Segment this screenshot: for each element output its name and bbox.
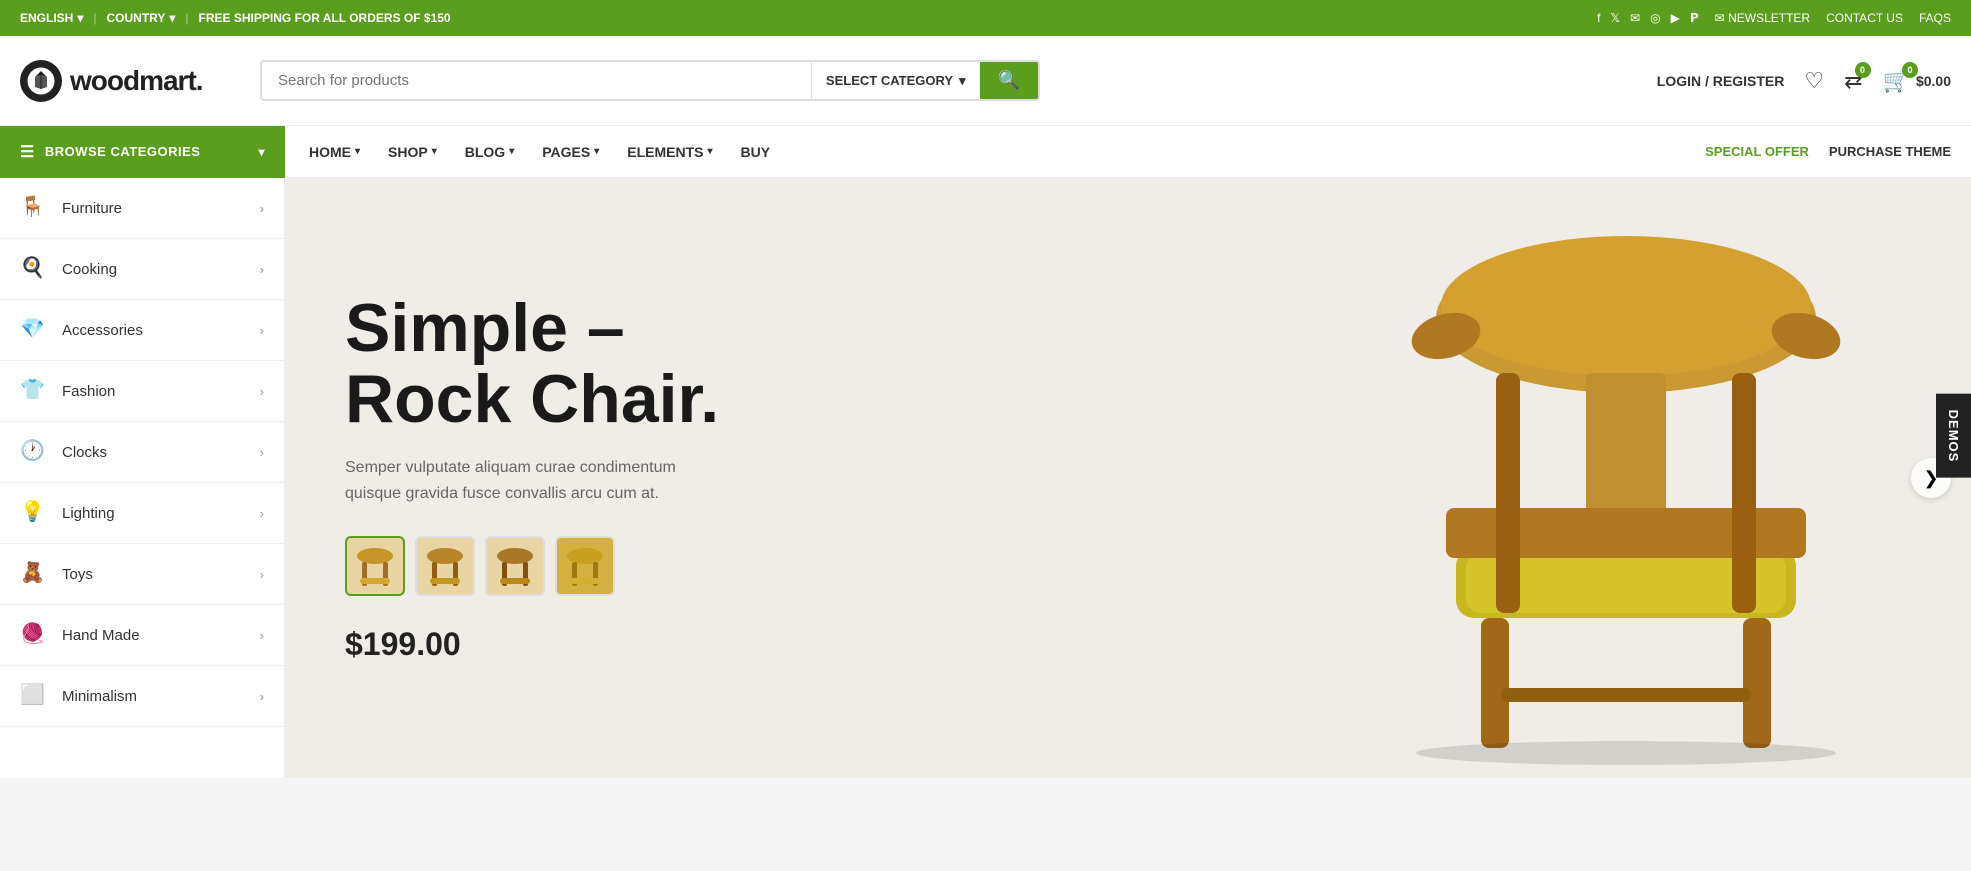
sidebar-item-accessories[interactable]: 💎 Accessories › <box>0 300 284 361</box>
search-button[interactable]: 🔍 <box>980 62 1038 99</box>
social-icons: f 𝕏 ✉ ◎ ▶ 𝗣 <box>1597 11 1699 25</box>
shipping-promo: FREE SHIPPING FOR ALL ORDERS OF $150 <box>199 11 451 25</box>
browse-arrow-icon: ▾ <box>258 145 265 159</box>
navbar: ☰ BROWSE CATEGORIES ▾ HOME ▾ SHOP ▾ BLOG… <box>0 126 1971 178</box>
country-selector[interactable]: COUNTRY ▾ <box>107 11 176 25</box>
cart-total: $0.00 <box>1916 73 1951 89</box>
nav-buy[interactable]: BUY <box>727 126 785 178</box>
top-nav-links: ✉ NEWSLETTER CONTACT US FAQS <box>1715 11 1951 25</box>
fashion-arrow-icon: › <box>260 384 264 399</box>
variant-4[interactable] <box>555 536 615 596</box>
facebook-icon[interactable]: f <box>1597 11 1600 25</box>
clocks-icon: 🕐 <box>20 438 48 466</box>
category-select[interactable]: SELECT CATEGORY ▾ <box>811 62 980 99</box>
compare-badge: 0 <box>1855 62 1871 78</box>
special-offer-link[interactable]: SPECIAL OFFER <box>1705 144 1809 159</box>
cart-badge: 0 <box>1902 62 1918 78</box>
demos-button[interactable]: DEMOS <box>1936 393 1971 478</box>
faqs-link[interactable]: FAQS <box>1919 11 1951 25</box>
cart-button[interactable]: 🛒 0 $0.00 <box>1883 68 1951 94</box>
language-selector[interactable]: ENGLISH ▾ <box>20 11 83 25</box>
clocks-arrow-icon: › <box>260 445 264 460</box>
hero-content: Simple – Rock Chair. Semper vulputate al… <box>285 233 785 724</box>
compare-button[interactable]: ⇄ 0 <box>1844 68 1862 94</box>
heart-icon: ♡ <box>1804 68 1824 93</box>
fashion-icon: 👕 <box>20 377 48 405</box>
sidebar-item-cooking[interactable]: 🍳 Cooking › <box>0 239 284 300</box>
accessories-icon: 💎 <box>20 316 48 344</box>
blog-caret-icon: ▾ <box>509 126 514 178</box>
sidebar-item-toys[interactable]: 🧸 Toys › <box>0 544 284 605</box>
twitter-icon[interactable]: 𝕏 <box>1610 11 1620 25</box>
purchase-theme-link[interactable]: PURCHASE THEME <box>1829 144 1951 159</box>
hamburger-icon: ☰ <box>20 142 35 162</box>
home-caret-icon: ▾ <box>355 126 360 178</box>
hero-price: $199.00 <box>345 626 725 663</box>
nav-right: SPECIAL OFFER PURCHASE THEME <box>1705 144 1971 159</box>
toys-arrow-icon: › <box>260 567 264 582</box>
top-bar-right: f 𝕏 ✉ ◎ ▶ 𝗣 ✉ NEWSLETTER CONTACT US FAQS <box>1597 11 1951 25</box>
email-icon[interactable]: ✉ <box>1630 11 1640 25</box>
toys-icon: 🧸 <box>20 560 48 588</box>
pinterest-icon[interactable]: 𝗣 <box>1690 11 1699 25</box>
variant-1[interactable] <box>345 536 405 596</box>
minimalism-icon: ⬜ <box>20 682 48 710</box>
search-input[interactable] <box>262 62 811 99</box>
hero-description: Semper vulputate aliquam curae condiment… <box>345 455 725 506</box>
hero-section: Simple – Rock Chair. Semper vulputate al… <box>285 178 1971 778</box>
sidebar-item-handmade[interactable]: 🧶 Hand Made › <box>0 605 284 666</box>
header-actions: LOGIN / REGISTER ♡ ⇄ 0 🛒 0 $0.00 <box>1657 68 1951 94</box>
logo-icon <box>20 60 62 102</box>
furniture-icon: 🪑 <box>20 194 48 222</box>
main-nav: HOME ▾ SHOP ▾ BLOG ▾ PAGES ▾ ELEMENTS ▾ … <box>285 126 794 178</box>
furniture-arrow-icon: › <box>260 201 264 216</box>
nav-shop[interactable]: SHOP ▾ <box>374 126 451 178</box>
sidebar-item-clocks[interactable]: 🕐 Clocks › <box>0 422 284 483</box>
accessories-arrow-icon: › <box>260 323 264 338</box>
elements-caret-icon: ▾ <box>707 126 712 178</box>
cooking-arrow-icon: › <box>260 262 264 277</box>
newsletter-link[interactable]: ✉ NEWSLETTER <box>1715 11 1810 25</box>
lighting-arrow-icon: › <box>260 506 264 521</box>
hero-image <box>1251 178 1971 778</box>
nav-blog[interactable]: BLOG ▾ <box>451 126 528 178</box>
main-container: 🪑 Furniture › 🍳 Cooking › 💎 Accessories … <box>0 178 1971 778</box>
sidebar-item-furniture[interactable]: 🪑 Furniture › <box>0 178 284 239</box>
search-icon: 🔍 <box>998 70 1020 90</box>
envelope-icon: ✉ <box>1715 11 1728 25</box>
shop-caret-icon: ▾ <box>432 126 437 178</box>
sidebar-item-fashion[interactable]: 👕 Fashion › <box>0 361 284 422</box>
minimalism-arrow-icon: › <box>260 689 264 704</box>
top-bar: ENGLISH ▾ | COUNTRY ▾ | FREE SHIPPING FO… <box>0 0 1971 36</box>
browse-categories-button[interactable]: ☰ BROWSE CATEGORIES ▾ <box>0 126 285 178</box>
hero-variants <box>345 536 725 596</box>
chevron-down-icon: ▾ <box>959 73 966 89</box>
logo-text: woodmart. <box>70 65 203 97</box>
sidebar-item-lighting[interactable]: 💡 Lighting › <box>0 483 284 544</box>
wishlist-button[interactable]: ♡ <box>1804 68 1824 94</box>
nav-pages[interactable]: PAGES ▾ <box>528 126 613 178</box>
handmade-arrow-icon: › <box>260 628 264 643</box>
header: woodmart. SELECT CATEGORY ▾ 🔍 LOGIN / RE… <box>0 36 1971 126</box>
top-bar-left: ENGLISH ▾ | COUNTRY ▾ | FREE SHIPPING FO… <box>20 11 451 25</box>
youtube-icon[interactable]: ▶ <box>1671 11 1680 25</box>
login-register-link[interactable]: LOGIN / REGISTER <box>1657 73 1785 89</box>
nav-home[interactable]: HOME ▾ <box>295 126 374 178</box>
cooking-icon: 🍳 <box>20 255 48 283</box>
sidebar-item-minimalism[interactable]: ⬜ Minimalism › <box>0 666 284 727</box>
pages-caret-icon: ▾ <box>594 126 599 178</box>
hero-title: Simple – Rock Chair. <box>345 293 725 436</box>
variant-2[interactable] <box>415 536 475 596</box>
instagram-icon[interactable]: ◎ <box>1650 11 1660 25</box>
sidebar: 🪑 Furniture › 🍳 Cooking › 💎 Accessories … <box>0 178 285 778</box>
nav-elements[interactable]: ELEMENTS ▾ <box>613 126 726 178</box>
lighting-icon: 💡 <box>20 499 48 527</box>
variant-3[interactable] <box>485 536 545 596</box>
search-bar: SELECT CATEGORY ▾ 🔍 <box>260 60 1040 101</box>
contact-link[interactable]: CONTACT US <box>1826 11 1903 25</box>
handmade-icon: 🧶 <box>20 621 48 649</box>
logo[interactable]: woodmart. <box>20 60 240 102</box>
